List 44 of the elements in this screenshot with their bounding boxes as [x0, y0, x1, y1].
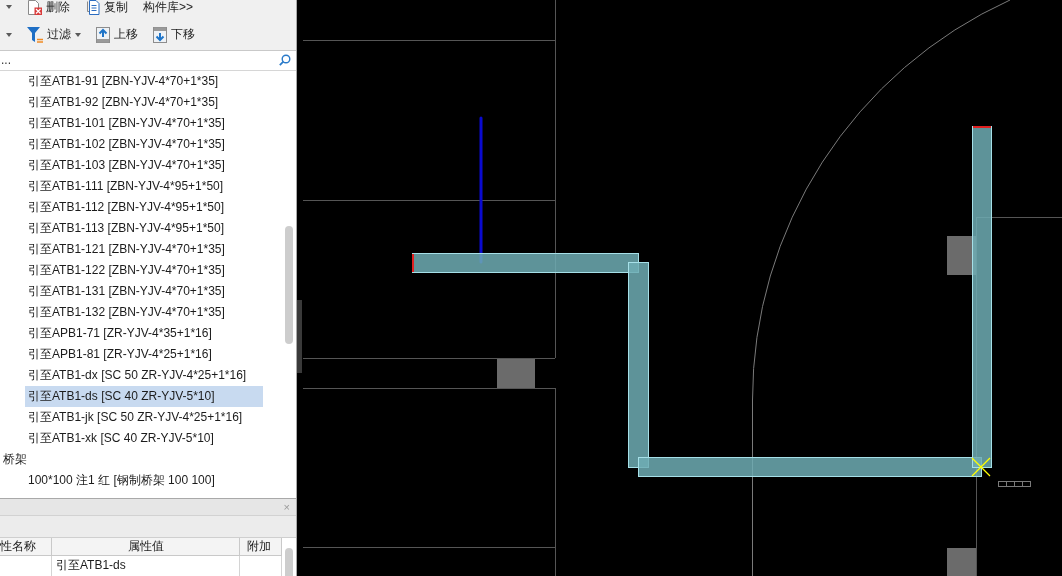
- column-block: [947, 548, 976, 576]
- funnel-icon: [27, 26, 43, 43]
- tree-item[interactable]: 100*100 注1 红 [钢制桥架 100 100]: [25, 469, 263, 491]
- arrow-up-icon: [96, 26, 110, 43]
- tree-item[interactable]: 引至ATB1-122 [ZBN-YJV-4*70+1*35]: [25, 259, 263, 281]
- tree-item[interactable]: 引至ATB1-102 [ZBN-YJV-4*70+1*35]: [25, 133, 263, 155]
- tree-item[interactable]: 引至ATB1-101 [ZBN-YJV-4*70+1*35]: [25, 112, 263, 134]
- tree-item[interactable]: 引至ATB1-92 [ZBN-YJV-4*70+1*35]: [25, 91, 263, 113]
- copy-icon: [85, 0, 100, 15]
- copy-button[interactable]: 复制: [82, 0, 131, 14]
- delete-button[interactable]: 删除: [24, 0, 73, 14]
- move-down-button[interactable]: 下移: [150, 23, 198, 46]
- document-x-icon: [27, 0, 42, 15]
- tree-item[interactable]: 引至ATB1-dx [SC 50 ZR-YJV-4*25+1*16]: [25, 364, 263, 386]
- tree-item[interactable]: 引至ATB1-121 [ZBN-YJV-4*70+1*35]: [25, 238, 263, 260]
- tree-item[interactable]: 引至APB1-81 [ZR-YJV-4*25+1*16]: [25, 343, 263, 365]
- scrollbar-thumb[interactable]: [285, 548, 293, 576]
- splitter-handle[interactable]: [297, 300, 302, 373]
- tree-item[interactable]: 引至ATB1-111 [ZBN-YJV-4*95+1*50]: [25, 175, 263, 197]
- filter-button[interactable]: 过滤: [24, 23, 84, 46]
- tree-item[interactable]: 引至ATB1-jk [SC 50 ZR-YJV-4*25+1*16]: [25, 406, 263, 428]
- tree-item[interactable]: 桥架: [0, 448, 238, 470]
- tree-item[interactable]: 引至ATB1-112 [ZBN-YJV-4*95+1*50]: [25, 196, 263, 218]
- tree-item[interactable]: 引至ATB1-103 [ZBN-YJV-4*70+1*35]: [25, 154, 263, 176]
- table-cell: 引至ATB1-ds: [52, 556, 240, 576]
- tree-item[interactable]: 引至ATB1-113 [ZBN-YJV-4*95+1*50]: [25, 217, 263, 239]
- tree-item[interactable]: 引至ATB1-xk [SC 40 ZR-YJV-5*10]: [25, 427, 263, 449]
- tree-item[interactable]: 引至ATB1-91 [ZBN-YJV-4*70+1*35]: [25, 70, 263, 92]
- search-icon[interactable]: [279, 54, 291, 67]
- caret-icon: [6, 5, 12, 9]
- caret-icon: [6, 32, 12, 37]
- search-field[interactable]: ...: [0, 49, 296, 70]
- x-marker-icon: [971, 457, 991, 477]
- scrollbar-thumb[interactable]: [285, 225, 293, 344]
- tree-item[interactable]: 引至ATB1-132 [ZBN-YJV-4*70+1*35]: [25, 301, 263, 323]
- caret-icon: [75, 32, 81, 37]
- arrow-down-icon: [153, 26, 167, 43]
- column-block: [497, 359, 535, 388]
- move-up-button[interactable]: 上移: [93, 23, 141, 46]
- tree-item[interactable]: 引至APB1-71 [ZR-YJV-4*35+1*16]: [25, 322, 263, 344]
- segmented-bar-icon: [998, 481, 1031, 487]
- tree-item[interactable]: 引至ATB1-131 [ZBN-YJV-4*70+1*35]: [25, 280, 263, 302]
- tree-item[interactable]: 引至ATB1-ds [SC 40 ZR-YJV-5*10]: [25, 385, 263, 407]
- library-button[interactable]: 构件库>>: [140, 0, 196, 14]
